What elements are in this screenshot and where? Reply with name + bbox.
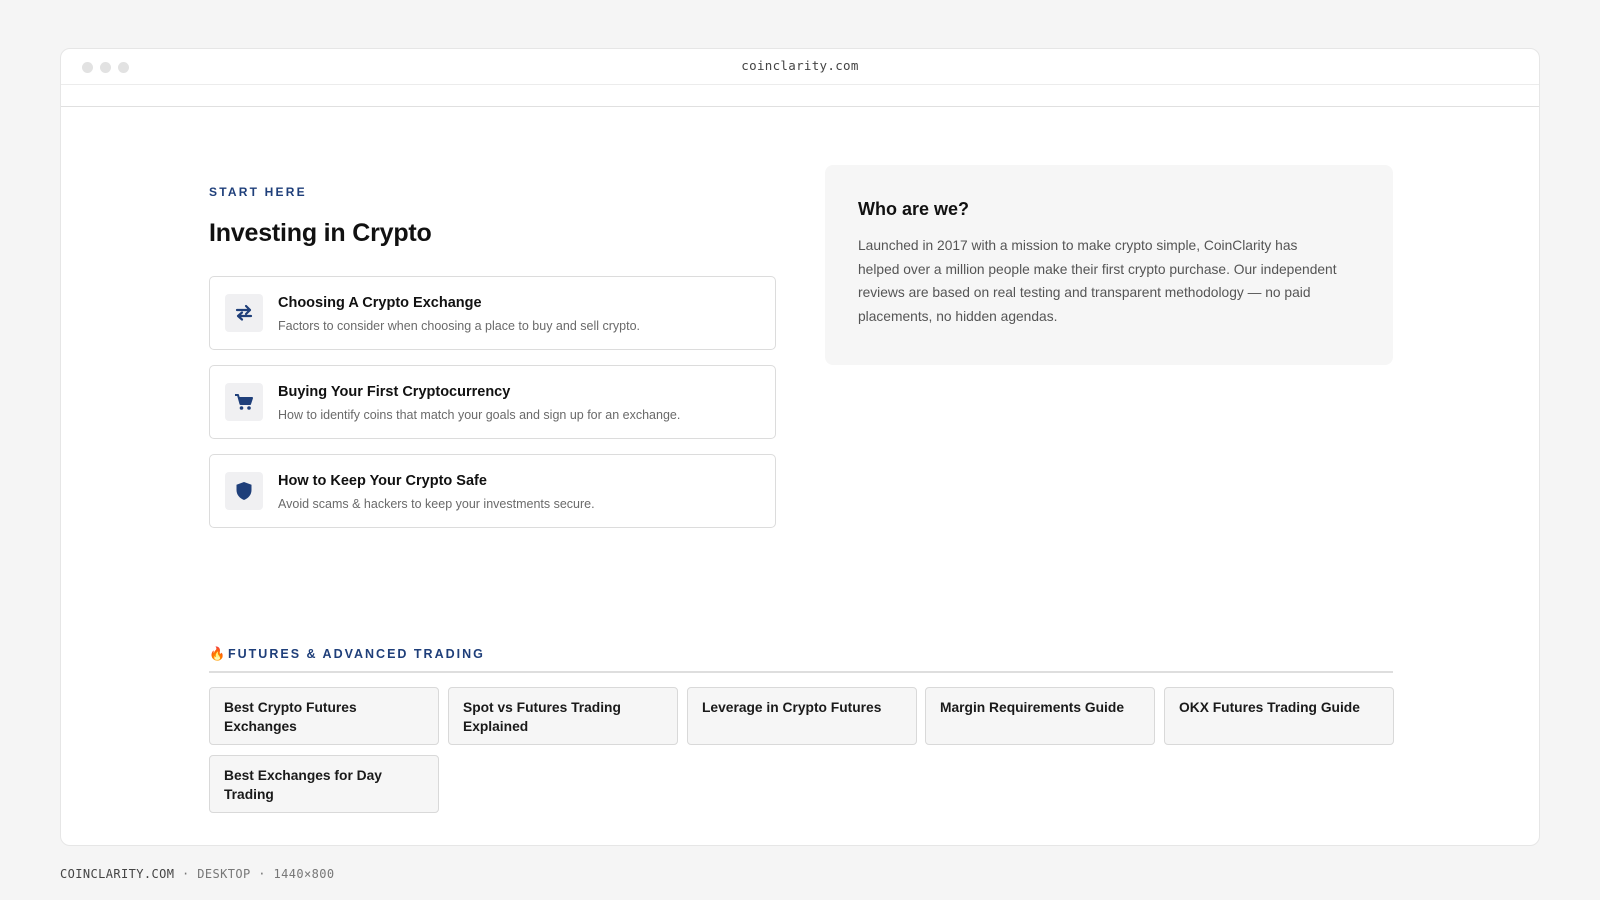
futures-link[interactable]: Best Crypto Futures Exchanges	[209, 687, 439, 745]
guide-card-exchange[interactable]: Choosing A Crypto Exchange Factors to co…	[209, 276, 776, 350]
futures-link[interactable]: Margin Requirements Guide	[925, 687, 1155, 745]
guide-description: How to identify coins that match your go…	[278, 408, 681, 422]
page-heading: Investing in Crypto	[209, 219, 432, 247]
futures-link[interactable]: Spot vs Futures Trading Explained	[448, 687, 678, 745]
guide-card-crypto-safe[interactable]: How to Keep Your Crypto Safe Avoid scams…	[209, 454, 776, 528]
cart-icon	[225, 383, 263, 421]
shield-icon	[225, 472, 263, 510]
address-bar-url[interactable]: coinclarity.com	[61, 58, 1539, 73]
footer-separator: ·	[182, 867, 190, 881]
swap-arrows-icon	[225, 294, 263, 332]
futures-section-header: 🔥 FUTURES & ADVANCED TRADING	[209, 646, 1393, 673]
about-text: Launched in 2017 with a mission to make …	[858, 238, 1337, 325]
guide-description: Factors to consider when choosing a plac…	[278, 319, 641, 333]
footer-separator: ·	[258, 867, 266, 881]
browser-title-bar: coinclarity.com	[61, 49, 1539, 85]
fire-icon: 🔥	[209, 646, 226, 661]
start-here-eyebrow: START HERE	[209, 185, 307, 199]
footer-device: DESKTOP	[197, 867, 251, 881]
footer-size: 1440×800	[273, 867, 335, 881]
futures-section-title: FUTURES & ADVANCED TRADING	[228, 647, 485, 661]
guide-card-first-crypto[interactable]: Buying Your First Cryptocurrency How to …	[209, 365, 776, 439]
futures-link[interactable]: Best Exchanges for Day Trading	[209, 755, 439, 813]
about-panel: Who are we? Launched in 2017 with a miss…	[825, 165, 1393, 365]
guide-title: Buying Your First Cryptocurrency	[278, 384, 511, 400]
about-title: Who are we?	[858, 199, 970, 219]
footer-caption: COINCLARITY.COM · DESKTOP · 1440×800	[60, 867, 335, 881]
guide-description: Avoid scams & hackers to keep your inves…	[278, 497, 595, 511]
footer-site: COINCLARITY.COM	[60, 867, 175, 881]
guide-title: Choosing A Crypto Exchange	[278, 295, 482, 311]
guide-title: How to Keep Your Crypto Safe	[278, 473, 487, 489]
futures-link[interactable]: OKX Futures Trading Guide	[1164, 687, 1394, 745]
browser-toolbar	[61, 85, 1539, 107]
browser-window: coinclarity.com START HERE Investing in …	[60, 48, 1540, 846]
futures-link[interactable]: Leverage in Crypto Futures	[687, 687, 917, 745]
